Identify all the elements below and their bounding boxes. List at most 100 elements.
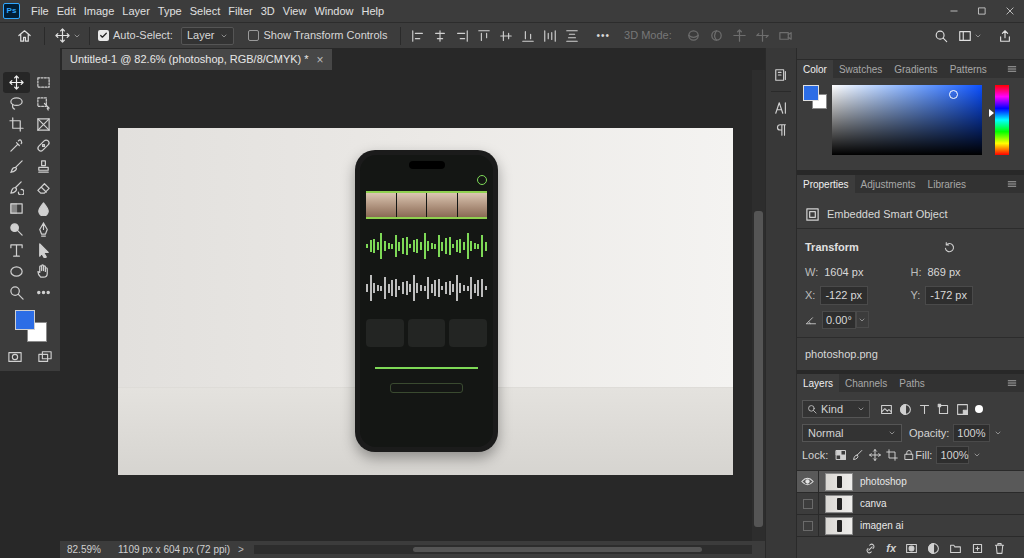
history-icon[interactable] [774,68,788,82]
layers-panel-tab[interactable]: Layers [797,374,839,392]
angle-input[interactable]: 0.00° [822,311,856,330]
marquee-tool[interactable] [30,72,57,93]
layer-row[interactable]: photoshop [797,471,1024,493]
menu-item[interactable]: Edit [53,0,80,22]
history-brush-tool[interactable] [3,177,30,198]
position-input[interactable]: -172 px [925,286,973,305]
dodge-tool[interactable] [3,219,30,240]
lock-position-icon[interactable] [869,449,881,461]
clone-stamp-tool[interactable] [30,156,57,177]
path-selection-tool[interactable] [30,240,57,261]
tab-label[interactable]: Paths [899,376,925,391]
menu-item[interactable]: Help [358,0,389,22]
object-selection-tool[interactable] [30,93,57,114]
brush-tool[interactable] [3,156,30,177]
chevron-down-icon[interactable] [857,405,865,413]
align-icon[interactable] [455,29,469,43]
field-value[interactable]: 869 px [928,264,961,281]
menu-item[interactable]: Filter [224,0,256,22]
visibility-toggle[interactable] [797,471,819,492]
align-icon[interactable] [543,29,557,43]
smart-object-filter-icon[interactable] [956,403,969,416]
lock-pixels-icon[interactable] [852,449,864,461]
layer-style-button[interactable]: fx [886,543,896,554]
checkbox[interactable] [248,30,259,41]
tab-label[interactable]: Adjustments [861,177,916,192]
foreground-color-swatch[interactable] [15,310,35,330]
home-icon[interactable] [17,28,32,43]
workspace-icon[interactable] [958,29,972,43]
canvas[interactable] [60,70,752,541]
checkbox[interactable] [98,30,109,41]
align-icon[interactable] [499,29,513,43]
blend-mode-value[interactable]: Normal [808,425,888,442]
search-icon[interactable] [934,29,948,43]
link-layers-icon[interactable] [864,542,877,555]
layer-row[interactable]: canva [797,493,1024,515]
field-value[interactable]: 1604 px [824,264,863,281]
visibility-toggle[interactable] [797,493,819,514]
menu-item[interactable]: Select [186,0,225,22]
new-layer-icon[interactable] [971,542,984,555]
color-field[interactable] [832,85,982,155]
vertical-scroll-thumb[interactable] [754,211,763,527]
tab-label[interactable]: Layers [803,376,833,391]
photoshop-logo[interactable]: Ps [3,3,20,19]
lock-all-icon[interactable] [903,449,915,461]
align-icon[interactable] [521,29,535,43]
screen-mode-icon[interactable] [38,350,52,364]
menu-item[interactable]: View [279,0,311,22]
maximize-button[interactable] [968,0,996,22]
hue-slider[interactable] [995,85,1009,155]
hue-marker[interactable] [989,109,994,117]
layers-panel-tab[interactable]: Channels [839,374,893,392]
paragraph-icon[interactable] [774,123,788,137]
horizontal-scroll-thumb[interactable] [413,547,702,552]
filter-toggle[interactable] [975,405,983,413]
transform-controls-label[interactable]: Show Transform Controls [263,27,387,44]
align-icon[interactable] [411,29,425,43]
opacity-input[interactable]: 100% [953,424,989,443]
pen-tool[interactable] [30,219,57,240]
blend-mode-dropdown[interactable]: Normal [802,424,902,442]
lock-transparency-icon[interactable] [835,449,847,461]
color-picker-marker[interactable] [949,90,958,99]
dropdown-value[interactable]: Layer [187,27,215,44]
chevron-down-icon[interactable] [73,32,81,40]
menu-item[interactable]: 3D [257,0,279,22]
tab-label[interactable]: Gradients [894,62,937,77]
delete-layer-icon[interactable] [993,542,1006,555]
filter-dropdown[interactable]: Kind [802,400,870,418]
position-input[interactable]: -122 px [820,286,868,305]
align-icon[interactable] [477,29,491,43]
frame-tool[interactable] [30,114,57,135]
visibility-toggle[interactable] [797,515,819,536]
adjustment-filter-icon[interactable] [899,403,912,416]
healing-brush-tool[interactable] [30,135,57,156]
properties-panel-tab[interactable]: Properties [797,175,855,193]
move-tool-icon[interactable] [55,28,70,43]
close-button[interactable] [996,0,1024,22]
vertical-scrollbar[interactable] [752,70,765,541]
pixel-filter-icon[interactable] [880,403,893,416]
layer-name[interactable]: imagen ai [860,518,903,533]
layer-name[interactable]: photoshop [860,474,907,489]
menu-item[interactable]: Type [154,0,186,22]
eyedropper-tool[interactable] [3,135,30,156]
align-icon[interactable] [565,29,579,43]
canvas-image[interactable] [118,128,733,475]
angle-dropdown[interactable] [856,311,869,328]
layer-mask-icon[interactable] [905,542,918,555]
properties-panel-tab[interactable]: Libraries [922,175,972,193]
gradient-tool[interactable] [3,198,30,219]
chevron-down-icon[interactable] [974,32,982,40]
horizontal-scrollbar[interactable] [254,545,752,554]
more-tools[interactable] [30,282,57,303]
chevron-down-icon[interactable] [994,429,1002,437]
group-icon[interactable] [949,542,962,555]
chevron-down-icon[interactable] [858,316,866,324]
zoom-tool[interactable] [3,282,30,303]
auto-select-dropdown[interactable]: Layer [181,27,235,45]
color-panel-tab[interactable]: Gradients [888,60,943,78]
color-panel-tab[interactable]: Swatches [833,60,888,78]
